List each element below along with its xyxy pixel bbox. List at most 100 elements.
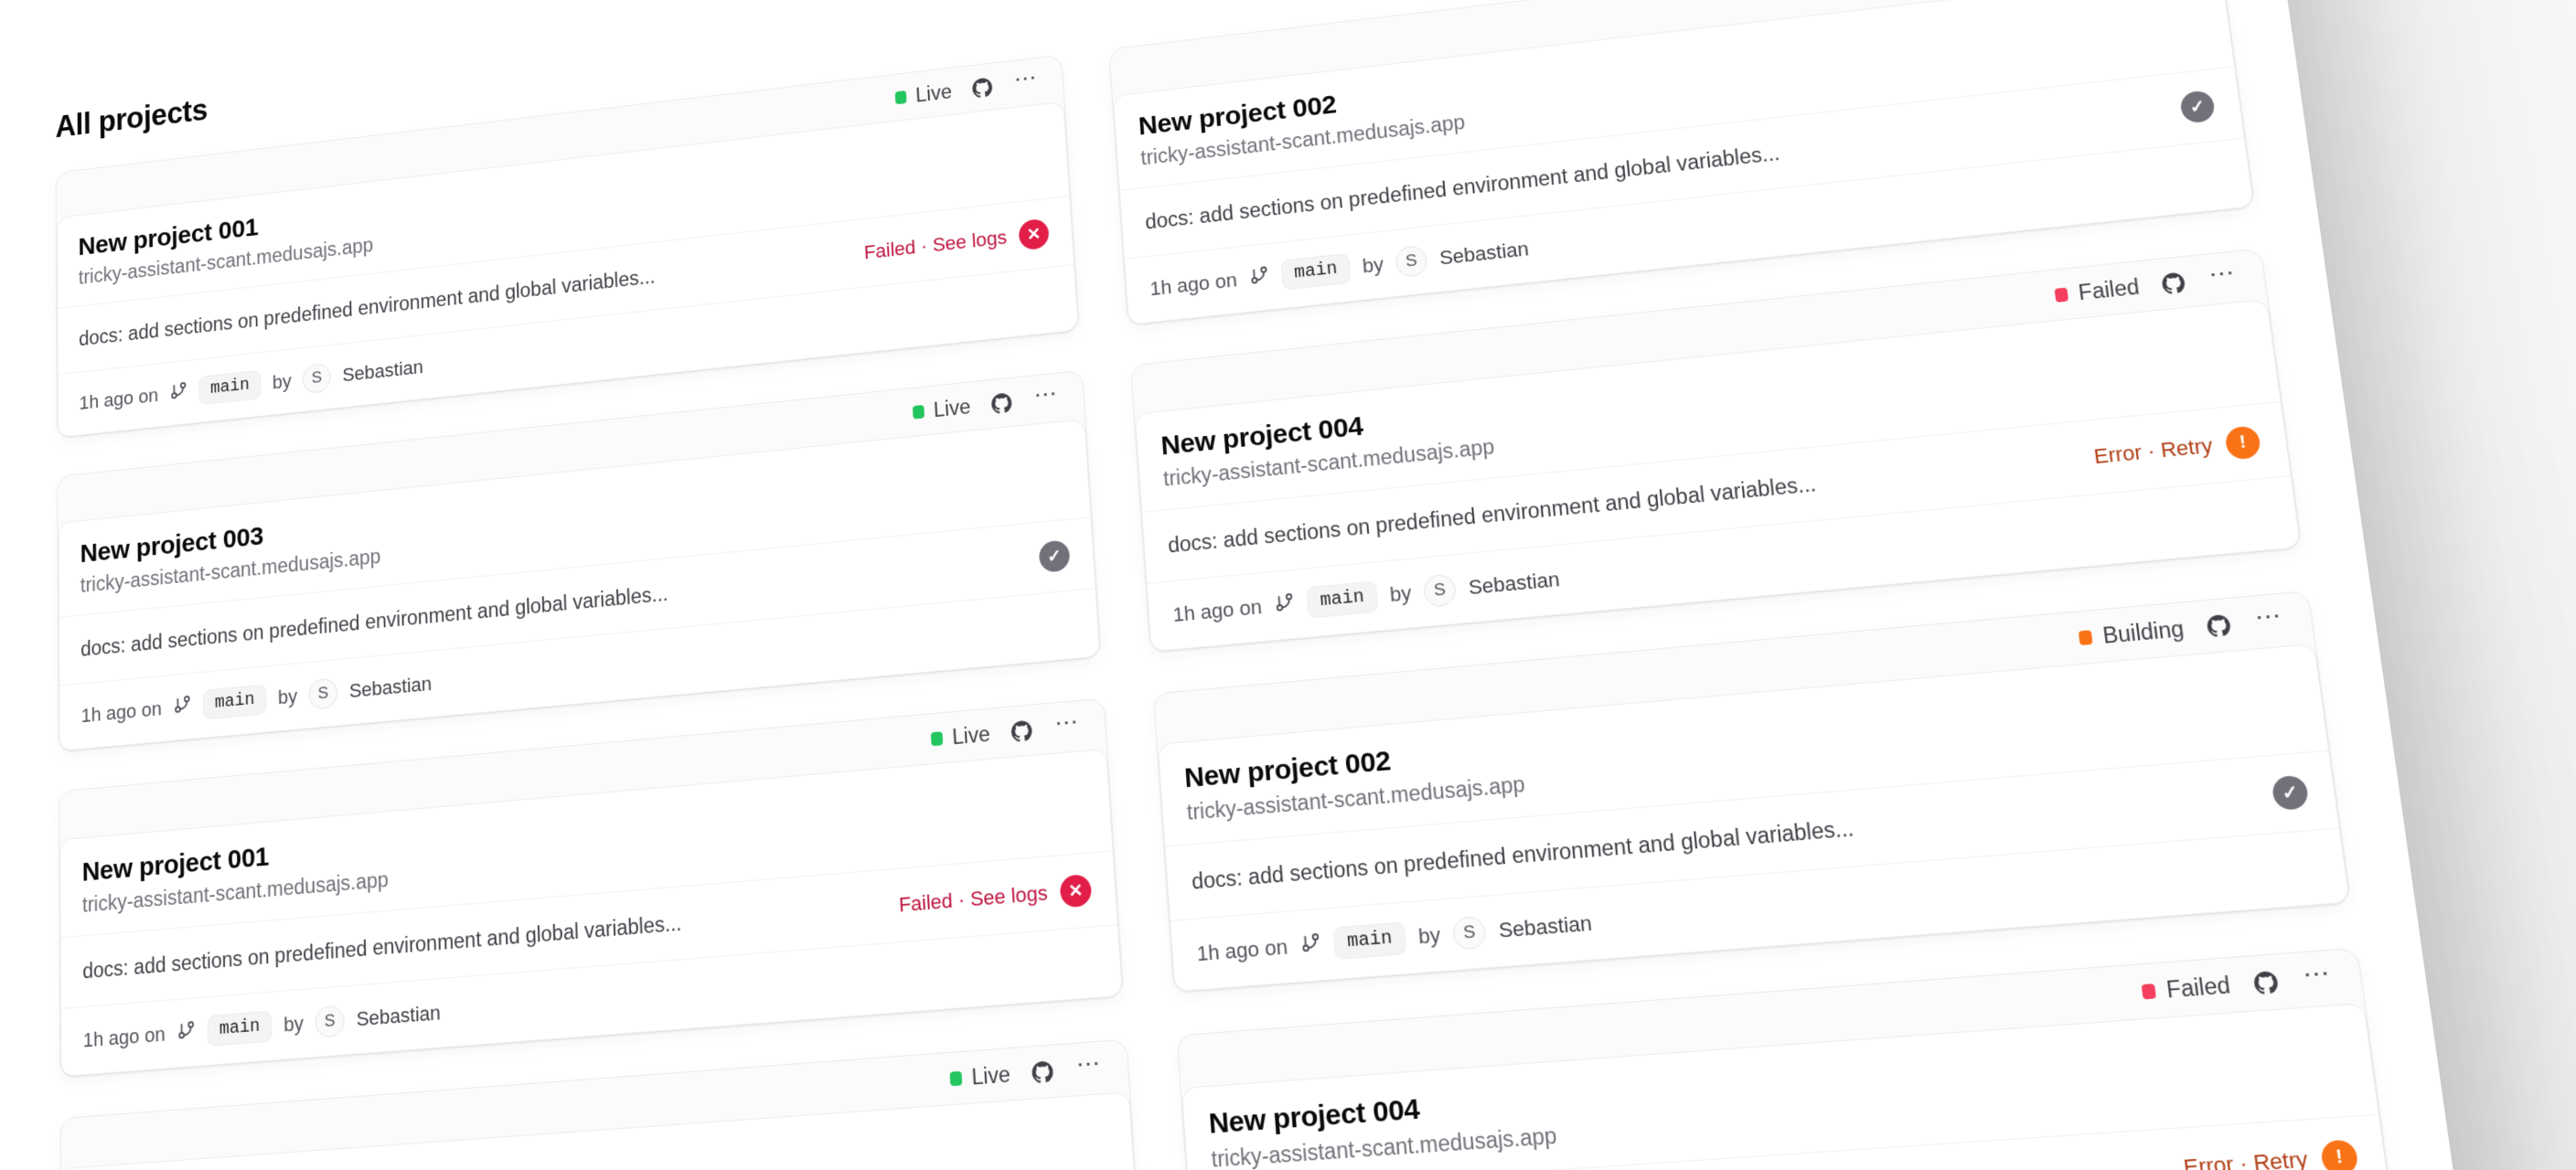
deploy-status-icon[interactable]: ! xyxy=(2320,1139,2359,1170)
by-label: by xyxy=(273,370,292,394)
project-card[interactable]: Failed ⋯ New project 004 tricky-assistant-s… xyxy=(1177,948,2403,1170)
git-branch-icon xyxy=(176,1018,196,1047)
branch-name[interactable]: main xyxy=(1306,580,1378,618)
card-overflow-menu-icon[interactable]: ⋯ xyxy=(2299,961,2338,997)
deploy-status-icon[interactable]: ✓ xyxy=(2271,775,2309,811)
status-dot-icon xyxy=(2079,630,2093,645)
commit-message: docs: add sections on predefined environ… xyxy=(1167,471,1817,558)
projects-content: All projects Live ⋯ New project 001 tricky-… xyxy=(0,0,2486,1170)
deploy-state: ✓ xyxy=(1038,539,1070,573)
deploy-status-icon[interactable]: ! xyxy=(2224,425,2261,460)
github-icon[interactable] xyxy=(1005,714,1037,748)
author-name: Sebastian xyxy=(1498,911,1593,943)
status-label: Live xyxy=(933,394,971,421)
project-domain[interactable]: tricky-assistant-scant.medusajs.app xyxy=(1211,1069,2349,1170)
status-dot-icon xyxy=(931,731,943,746)
project-card[interactable]: Building⋯New project 002tricky-assistant… xyxy=(1108,0,2255,326)
card-header: New project 004 tricky-assistant-scant.me… xyxy=(1182,1004,2378,1170)
status-badge: Building xyxy=(2078,616,2186,651)
status-label: Building xyxy=(2101,616,2186,649)
project-card[interactable]: Building ⋯ New project 002tricky-assistant… xyxy=(1153,590,2352,994)
card-status-bar: Building ⋯ xyxy=(1154,591,2314,744)
status-dot-icon xyxy=(949,1070,962,1086)
github-icon[interactable] xyxy=(967,71,998,103)
avatar: S xyxy=(1423,573,1457,607)
deploy-state: Error · Retry! xyxy=(2092,425,2262,473)
author-name: Sebastian xyxy=(349,673,433,703)
status-badge: Live xyxy=(949,1061,1011,1091)
avatar: S xyxy=(1395,245,1427,278)
project-card[interactable]: Failed ⋯ New project 004 tricky-assistant-s… xyxy=(1130,248,2303,653)
project-card[interactable]: Live ⋯ New project 001 tricky-assistant-sca… xyxy=(59,697,1124,1078)
author-name: Sebastian xyxy=(1438,238,1530,271)
project-name[interactable]: New project 002 xyxy=(1183,668,2295,795)
deploy-status-label[interactable]: Failed · See logs xyxy=(898,881,1048,918)
deploy-status-label[interactable]: Failed · See logs xyxy=(863,226,1008,264)
commit-time: 1h ago on xyxy=(1149,269,1238,301)
status-dot-icon xyxy=(894,90,906,104)
card-body: New project 004 tricky-assistant-scant.me… xyxy=(1181,1003,2401,1170)
browser-window-perspective: Acme, Inc. All projects + xyxy=(0,0,2486,1170)
status-badge: Failed xyxy=(2141,972,2231,1005)
card-overflow-menu-icon[interactable]: ⋯ xyxy=(1052,710,1085,744)
branch-name[interactable]: main xyxy=(207,1011,272,1047)
deploy-status-icon[interactable]: ✓ xyxy=(1038,539,1070,573)
branch-name[interactable]: main xyxy=(1332,921,1406,960)
github-icon[interactable] xyxy=(986,387,1018,420)
git-branch-icon xyxy=(1274,590,1296,620)
card-overflow-menu-icon[interactable]: ⋯ xyxy=(1031,382,1064,415)
avatar: S xyxy=(303,362,331,394)
deploy-status-label[interactable]: Error · Retry xyxy=(2182,1146,2309,1170)
card-status-bar: Failed ⋯ xyxy=(1178,949,2364,1088)
status-dot-icon xyxy=(913,404,925,419)
github-icon[interactable] xyxy=(1026,1055,1059,1090)
project-card[interactable]: Live⋯New project 003tricky-assistant-sca… xyxy=(57,370,1101,752)
card-overflow-menu-icon[interactable]: ⋯ xyxy=(1074,1051,1106,1086)
status-badge: Failed xyxy=(2054,274,2141,307)
card-header: New project 002 tricky-assistant-scant.me… xyxy=(1159,644,2328,846)
branch-name[interactable]: main xyxy=(203,685,267,720)
github-icon[interactable] xyxy=(2246,964,2285,1001)
avatar: S xyxy=(1452,916,1487,951)
commit-row: docs: add sections on predefined environ… xyxy=(1190,1114,2389,1170)
status-label: Live xyxy=(952,721,991,750)
project-name[interactable]: New project 004 xyxy=(1208,1027,2345,1141)
deploy-state: Error · Retry! xyxy=(2182,1139,2359,1170)
deploy-status-icon[interactable]: ✕ xyxy=(1018,218,1049,251)
projects-grid: Live ⋯ New project 001 tricky-assistant-sca… xyxy=(56,0,2456,1170)
status-badge: Live xyxy=(912,394,971,423)
status-label: Live xyxy=(915,80,953,107)
commit-time: 1h ago on xyxy=(1196,935,1288,967)
by-label: by xyxy=(1362,253,1384,279)
card-footer: 1h ago on main by S Sebastian xyxy=(1148,476,2301,651)
status-dot-icon xyxy=(2055,287,2069,302)
avatar: S xyxy=(309,677,338,710)
github-icon[interactable] xyxy=(2154,266,2192,301)
card-overflow-menu-icon[interactable]: ⋯ xyxy=(2250,603,2289,639)
commit-time: 1h ago on xyxy=(81,697,162,728)
by-label: by xyxy=(1389,581,1413,607)
github-icon[interactable] xyxy=(2199,608,2238,644)
deploy-state: Failed · See logs ✕ xyxy=(863,218,1050,268)
commit-row: docs: add sections on predefined environ… xyxy=(1165,750,2338,921)
author-name: Sebastian xyxy=(1468,568,1561,600)
project-domain[interactable]: tricky-assistant-scant.medusajs.app xyxy=(1186,707,2299,825)
deploy-state: ✓ xyxy=(2271,775,2309,811)
card-overflow-menu-icon[interactable]: ⋯ xyxy=(1011,66,1042,98)
author-name: Sebastian xyxy=(356,1001,441,1031)
author-name: Sebastian xyxy=(342,356,423,387)
deploy-status-icon[interactable]: ✕ xyxy=(1059,874,1092,909)
status-label: Live xyxy=(971,1061,1011,1090)
branch-name[interactable]: main xyxy=(1280,253,1351,291)
status-label: Failed xyxy=(2165,972,2232,1003)
git-branch-icon xyxy=(1299,931,1322,961)
card-overflow-menu-icon[interactable]: ⋯ xyxy=(2205,261,2242,295)
commit-message: docs: add sections on predefined environ… xyxy=(1191,815,1855,895)
card-header: New project 004 tricky-assistant-scant.me… xyxy=(1136,300,2281,512)
card-footer: 1h ago on main by S Sebastian xyxy=(1170,829,2349,992)
deploy-status-icon[interactable]: ✓ xyxy=(2179,90,2216,123)
deploy-status-label[interactable]: Error · Retry xyxy=(2092,433,2214,469)
project-domain[interactable]: tricky-assistant-scant.medusajs.app xyxy=(84,1154,1110,1170)
branch-name[interactable]: main xyxy=(198,370,261,406)
status-badge: Live xyxy=(894,80,952,109)
